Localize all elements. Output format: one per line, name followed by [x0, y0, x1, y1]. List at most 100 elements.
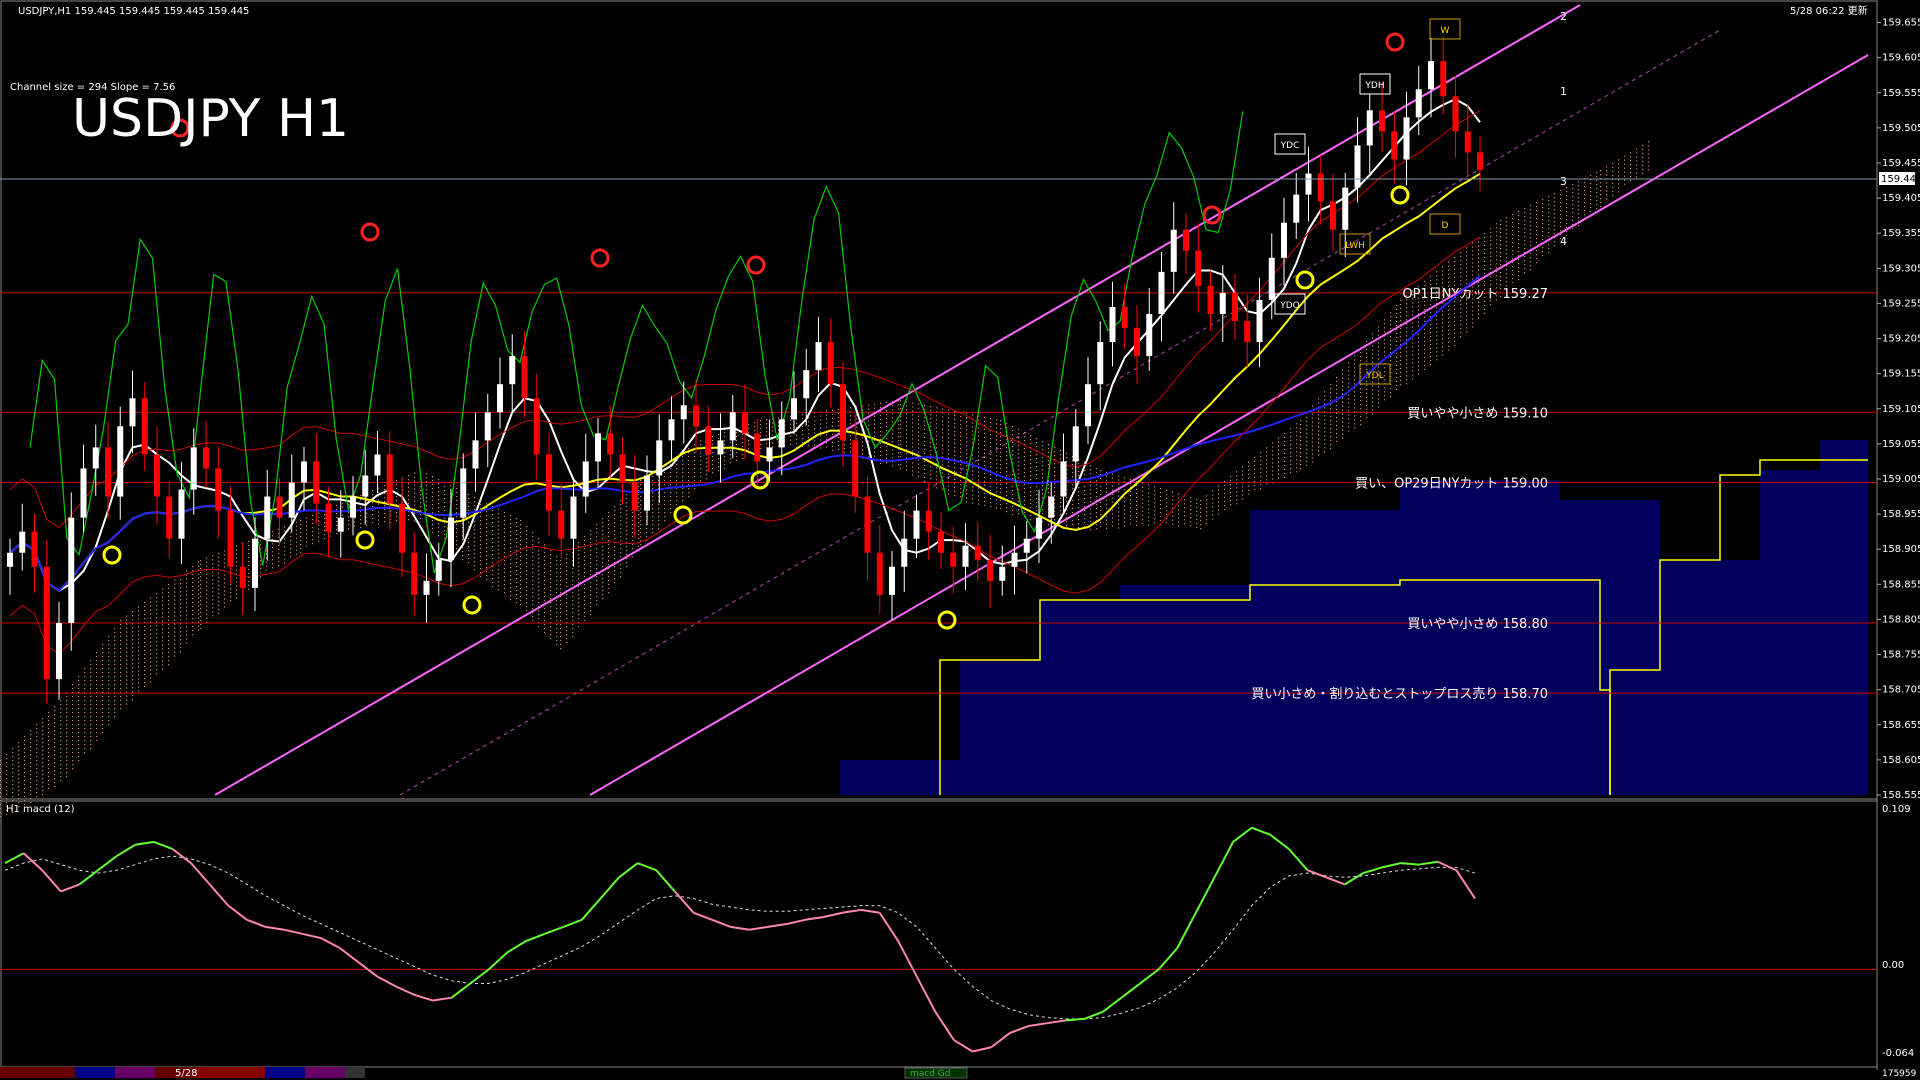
kumo-dot	[1390, 360, 1392, 362]
kumo-dot	[180, 595, 182, 597]
kumo-dot	[306, 525, 308, 527]
kumo-dot	[200, 612, 202, 614]
kumo-dot	[120, 648, 122, 650]
kumo-dot	[1242, 494, 1244, 496]
kumo-dot	[1306, 416, 1308, 418]
kumo-dot	[296, 541, 298, 543]
kumo-dot	[156, 661, 158, 663]
kumo-dot	[132, 619, 134, 621]
kumo-dot	[682, 472, 684, 474]
kumo-dot	[84, 708, 86, 710]
kumo-dot	[1372, 397, 1374, 399]
kumo-dot	[526, 566, 528, 568]
kumo-dot	[900, 456, 902, 458]
kumo-dot	[930, 442, 932, 444]
kumo-dot	[24, 792, 26, 794]
kumo-dot	[156, 669, 158, 671]
kumo-dot	[1536, 254, 1538, 256]
kumo-dot	[556, 604, 558, 606]
kumo-dot	[1496, 275, 1498, 277]
kumo-dot	[174, 655, 176, 657]
kumo-dot	[942, 408, 944, 410]
kumo-dot	[1590, 175, 1592, 177]
kumo-dot	[42, 774, 44, 776]
kumo-dot	[248, 568, 250, 570]
kumo-dot	[1266, 479, 1268, 481]
kumo-dot	[206, 561, 208, 563]
candle-body	[1183, 229, 1189, 251]
kumo-dot	[1036, 470, 1038, 472]
kumo-dot	[1536, 258, 1538, 260]
kumo-dot	[284, 550, 286, 552]
kumo-dot	[942, 472, 944, 474]
kumo-dot	[498, 589, 500, 591]
kumo-dot	[90, 664, 92, 666]
kumo-dot	[486, 571, 488, 573]
kumo-dot	[1084, 498, 1086, 500]
kumo-dot	[168, 660, 170, 662]
kumo-dot	[886, 410, 888, 412]
kumo-dot	[1600, 170, 1602, 172]
kumo-dot	[1390, 320, 1392, 322]
kumo-dot	[578, 594, 580, 596]
kumo-dot	[498, 549, 500, 551]
candle-body	[1109, 306, 1116, 343]
kumo-dot	[1600, 194, 1602, 196]
kumo-dot	[694, 444, 696, 446]
kumo-dot	[206, 573, 208, 575]
kumo-dot	[444, 494, 446, 496]
kumo-dot	[590, 602, 592, 604]
kumo-dot	[544, 632, 546, 634]
kumo-dot	[1300, 424, 1302, 426]
kumo-dot	[1448, 305, 1450, 307]
kumo-dot	[868, 440, 870, 442]
kumo-dot	[1366, 404, 1368, 406]
kumo-dot	[1178, 513, 1180, 515]
kumo-dot	[682, 500, 684, 502]
candle-body	[1060, 461, 1067, 497]
kumo-dot	[1042, 493, 1044, 495]
kumo-dot	[54, 762, 56, 764]
kumo-dot	[1296, 423, 1298, 425]
kumo-dot	[1206, 503, 1208, 505]
kumo-dot	[1512, 234, 1514, 236]
kumo-dot	[200, 600, 202, 602]
kumo-dot	[72, 732, 74, 734]
kumo-dot	[504, 556, 506, 558]
kumo-dot	[1478, 261, 1480, 263]
candle-body	[1011, 552, 1018, 567]
kumo-dot	[510, 551, 512, 553]
kumo-dot	[924, 476, 926, 478]
kumo-dot	[174, 631, 176, 633]
kumo-dot	[632, 556, 634, 558]
kumo-dot	[1296, 463, 1298, 465]
kumo-dot	[0, 764, 2, 766]
kumo-dot	[590, 554, 592, 556]
kumo-dot	[1530, 269, 1532, 271]
kumo-dot	[526, 602, 528, 604]
kumo-dot	[1648, 149, 1650, 151]
kumo-dot	[1336, 412, 1338, 414]
chart-window[interactable]: OP1日NYカット 159.27買いやや小さめ 159.10買い、OP29日NY…	[0, 0, 1920, 1080]
kumo-dot	[324, 530, 326, 532]
kumo-dot	[1442, 354, 1444, 356]
candle-body	[521, 356, 528, 399]
kumo-dot	[324, 538, 326, 540]
kumo-dot	[30, 798, 32, 800]
kumo-dot	[30, 742, 32, 744]
kumo-dot	[1036, 478, 1038, 480]
kumo-dot	[48, 712, 50, 714]
kumo-dot	[1330, 400, 1332, 402]
kumo-dot	[556, 588, 558, 590]
kumo-dot	[432, 488, 434, 490]
kumo-dot	[694, 456, 696, 458]
kumo-dot	[990, 502, 992, 504]
kumo-dot	[1384, 395, 1386, 397]
kumo-dot	[1300, 456, 1302, 458]
kumo-dot	[602, 598, 604, 600]
kumo-dot	[1518, 219, 1520, 221]
kumo-dot	[1424, 364, 1426, 366]
kumo-dot	[1024, 500, 1026, 502]
candle-body	[546, 454, 552, 511]
kumo-dot	[1366, 400, 1368, 402]
